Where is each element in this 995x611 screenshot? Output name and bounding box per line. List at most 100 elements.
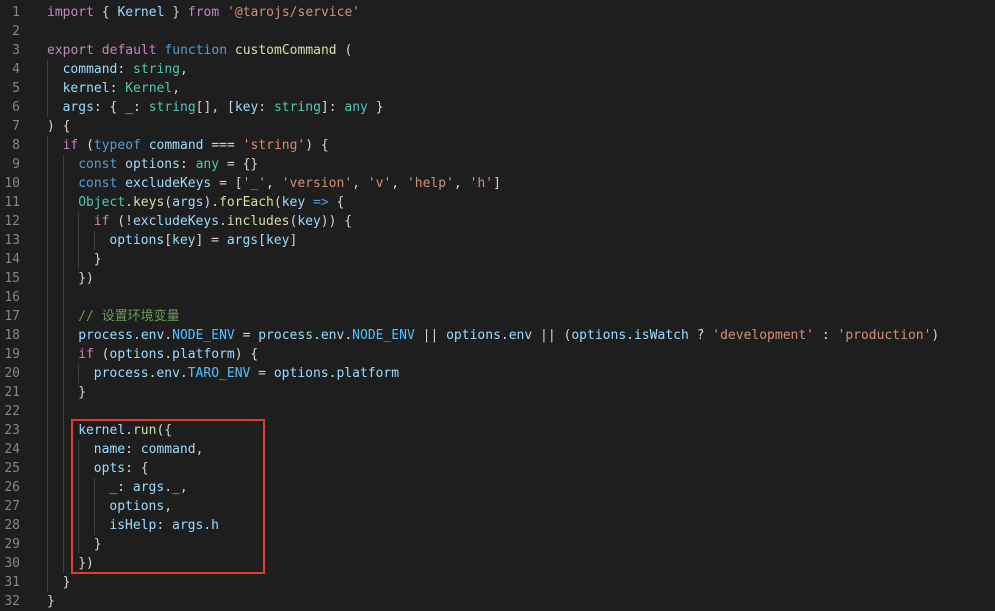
code-line[interactable]: 29} [0,535,995,554]
line-number: 31 [4,575,20,590]
code-line[interactable]: 24 name: command, [0,440,995,459]
code-text: Object.keys(args).forEach(key => { [78,193,344,212]
code-line[interactable]: 17 // 设置环境变量 [0,307,995,326]
line-number: 14 [4,252,20,267]
code-line[interactable]: 18 process.env.NODE_ENV = process.env.NOD… [0,326,995,345]
code-token: _ [172,480,180,495]
code-token: . [179,366,188,381]
code-line[interactable]: 19 if (options.platform) { [0,345,995,364]
indent-guide [62,497,64,516]
code-line[interactable]: 10 const excludeKeys = ['_', 'version', '… [0,174,995,193]
code-line[interactable]: 25 opts: { [0,459,995,478]
code-text: import { Kernel } from '@tarojs/service' [47,3,360,22]
code-token: command [62,62,118,77]
indent-guide [47,326,48,345]
code-token: if [62,138,79,153]
code-line[interactable]: 27 options, [0,497,995,516]
code-line[interactable]: 4 command: string, [0,60,995,79]
code-token: } [93,537,102,552]
code-token: === [203,138,243,153]
code-line[interactable]: 32} [0,592,995,611]
code-line[interactable]: 13 options[key] = args[key] [0,231,995,250]
code-line[interactable]: 14} [0,250,995,269]
code-token: . [164,480,173,495]
code-line[interactable]: 15}) [0,269,995,288]
code-token: key [172,233,196,248]
code-text: } [63,573,71,592]
code-editor[interactable]: 1 import { Kernel } from '@tarojs/service… [0,0,995,610]
code-line[interactable]: 22 [0,402,995,421]
code-token: typeof [93,138,141,153]
code-line[interactable]: 7) { [0,117,995,136]
indent-guide [47,307,48,326]
code-token: NODE_ENV [172,328,235,343]
line-number: 23 [4,423,20,438]
code-token: , [352,176,368,191]
code-token: ? [688,328,713,343]
indent-guide [47,345,48,364]
code-token: 'development' [712,328,815,343]
line-number: 8 [12,138,20,153]
code-line[interactable]: 26 _: args._, [0,478,995,497]
code-line[interactable]: 5 kernel: Kernel, [0,79,995,98]
code-token: ). [203,195,220,210]
code-token: = [234,328,259,343]
code-line[interactable]: 23 kernel.run({ [0,421,995,440]
code-line[interactable]: 21} [0,383,995,402]
code-line[interactable]: 3 export default function customCommand ( [0,41,995,60]
indent-guide [47,288,48,307]
code-token: 'production' [837,328,932,343]
code-line[interactable]: 16 [0,288,995,307]
code-token: includes [226,214,290,229]
code-token: ] [289,233,298,248]
code-line[interactable]: 31} [0,573,995,592]
code-text: ) { [47,117,70,136]
indent-guide [47,421,48,440]
code-line[interactable]: 8 if (typeof command === 'string') { [0,136,995,155]
code-text: } [94,535,102,554]
code-token: : [258,100,274,115]
code-line[interactable]: 11 Object.keys(args).forEach(key => { [0,193,995,212]
code-text: if (options.platform) { [78,345,258,364]
code-line[interactable]: 30}) [0,554,995,573]
code-token: options [125,157,180,172]
indent-guide [47,212,48,231]
line-number: 13 [4,233,20,248]
code-line[interactable]: 20 process.env.TARO_ENV = options.platfor… [0,364,995,383]
code-token: ] [493,176,501,191]
indent-guide [62,535,64,554]
indent-guide [62,250,64,269]
code-token: Object [78,195,126,210]
code-text: process.env.NODE_ENV = process.env.NODE_… [78,326,939,345]
code-token: 'version' [281,176,353,191]
indent-guide [93,497,95,516]
code-token: process [78,328,133,343]
indent-guide [93,231,95,250]
code-text: const excludeKeys = ['_', 'version', 'v'… [78,174,501,193]
code-token: // 设置环境变量 [78,309,180,324]
code-token: . [344,328,353,343]
code-token: from [187,5,220,20]
code-token: || [414,328,447,343]
indent-guide [62,155,64,174]
code-token: NODE_ENV [352,328,415,343]
line-number: 2 [12,24,20,39]
code-line[interactable]: 9 const options: any = {} [0,155,995,174]
code-token: import [47,5,94,20]
code-token: args [132,480,165,495]
code-token: (! [109,214,133,229]
code-line[interactable]: 28 isHelp: args.h [0,516,995,535]
code-line[interactable]: 6 args: { _: string[], [key: string]: any… [0,98,995,117]
code-token: => [313,195,329,210]
code-line[interactable]: 2 [0,22,995,41]
code-token: options [446,328,501,343]
code-token: } [93,252,102,267]
code-line[interactable]: 1 import { Kernel } from '@tarojs/service… [0,3,995,22]
code-line[interactable]: 12 if (!excludeKeys.includes(key)) { [0,212,995,231]
code-text: args: { _: string[], [key: string]: any … [63,98,384,117]
code-token: string [148,100,196,115]
line-number: 25 [4,461,20,476]
code-text: // 设置环境变量 [78,307,179,326]
